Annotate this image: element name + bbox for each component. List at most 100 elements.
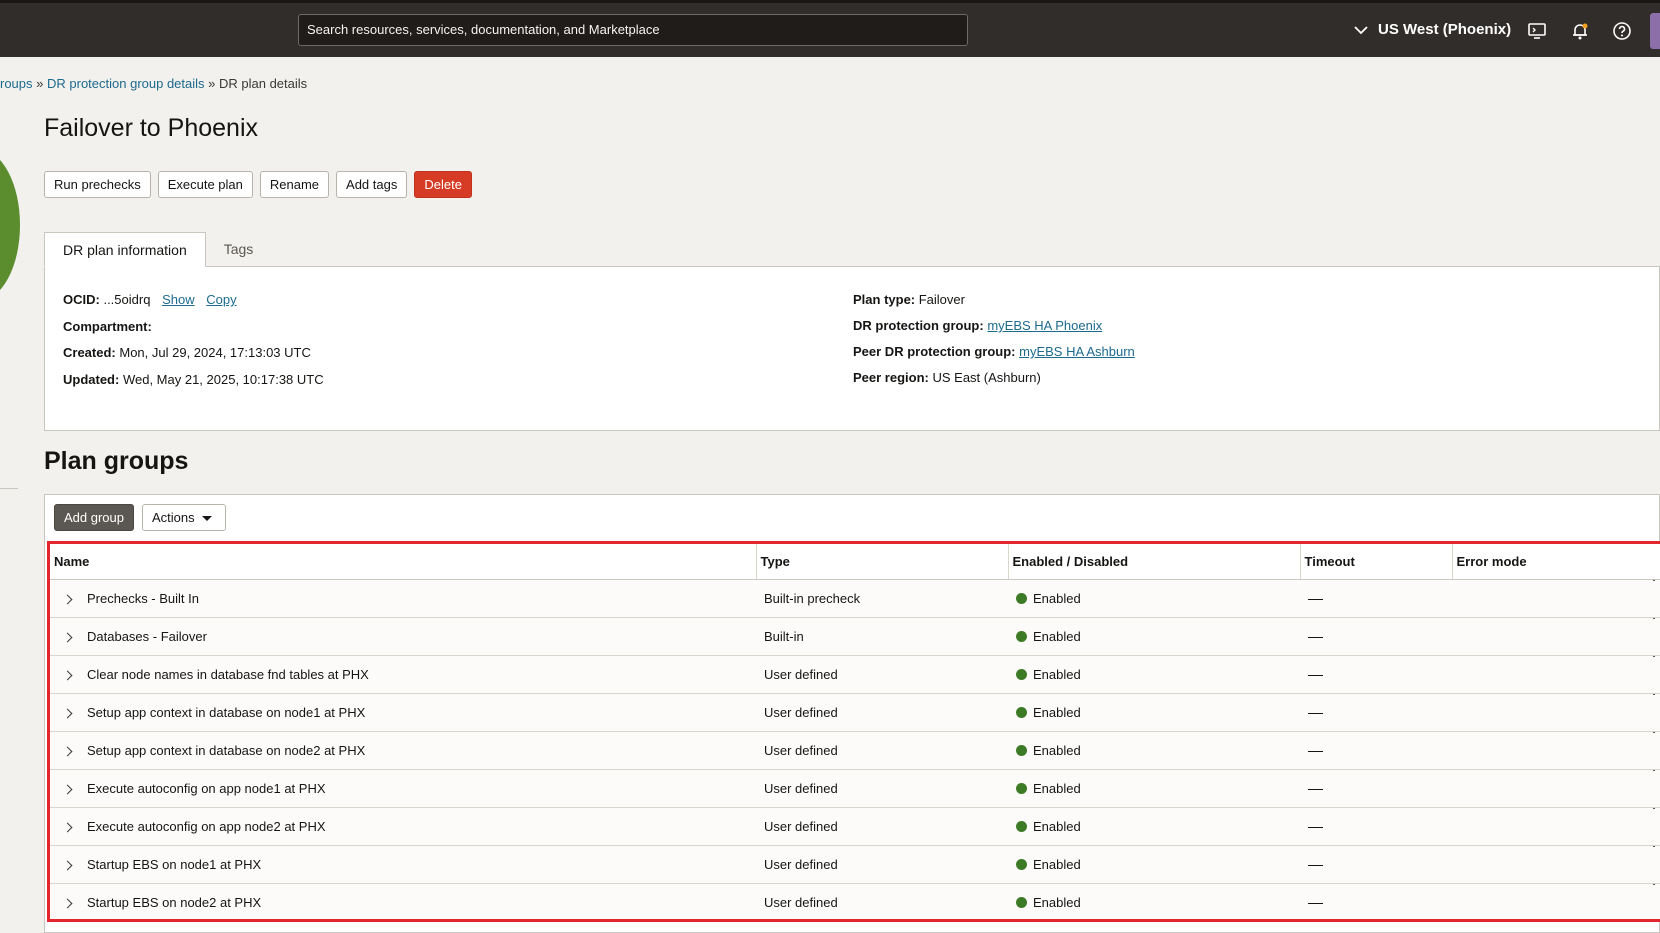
status-cell: Enabled — [1008, 617, 1300, 656]
plan-group-status: Enabled — [1033, 666, 1081, 682]
status-cell: Enabled — [1008, 693, 1300, 732]
empty-dash-icon — [1308, 788, 1323, 790]
created-label: Created: — [63, 345, 116, 360]
enabled-status-dot-icon — [1016, 896, 1027, 908]
peer-dr-protection-group-link[interactable]: myEBS HA Ashburn — [1019, 344, 1135, 359]
chevron-right-icon[interactable] — [62, 784, 73, 795]
column-header-timeout[interactable]: Timeout — [1300, 544, 1453, 580]
details-tabs: DR plan information Tags — [44, 232, 1660, 267]
notifications-bell-icon[interactable] — [1570, 21, 1590, 41]
plan-group-type: Built-in — [764, 628, 804, 644]
dr-protection-group-link[interactable]: myEBS HA Phoenix — [987, 318, 1102, 333]
empty-dash-icon — [1308, 636, 1323, 638]
plan-type-field: Plan type: Failover — [853, 292, 965, 307]
peer-region-field: Peer region: US East (Ashburn) — [853, 370, 1041, 385]
name-cell: Execute autoconfig on app node1 at PHX — [50, 769, 756, 808]
rename-button[interactable]: Rename — [259, 171, 330, 198]
name-cell: Startup EBS on node1 at PHX — [50, 845, 756, 884]
dr-plan-information-panel: OCID: ...5oidrq Show Copy Compartment: C… — [44, 267, 1660, 431]
status-cell: Enabled — [1008, 579, 1300, 618]
type-cell: User defined — [756, 693, 1008, 732]
plan-group-type: User defined — [764, 856, 838, 872]
type-cell: User defined — [756, 883, 1008, 919]
plan-group-name: Setup app context in database on node2 a… — [87, 742, 366, 758]
actions-dropdown[interactable]: Actions — [142, 504, 226, 531]
delete-button[interactable]: Delete — [414, 171, 472, 198]
cloud-shell-icon[interactable] — [1527, 21, 1547, 41]
plan-type-label: Plan type: — [853, 292, 916, 307]
timeout-cell — [1300, 693, 1452, 732]
plan-group-status: Enabled — [1033, 856, 1081, 872]
chevron-right-icon[interactable] — [62, 746, 73, 757]
peer-region-value: US East (Ashburn) — [928, 370, 1041, 385]
chevron-right-icon[interactable] — [62, 632, 73, 643]
divider — [0, 488, 18, 489]
chevron-right-icon[interactable] — [62, 860, 73, 871]
plan-group-type: User defined — [764, 704, 838, 720]
plan-group-status: Enabled — [1033, 628, 1081, 644]
profile-avatar[interactable] — [1650, 13, 1660, 49]
name-cell: Execute autoconfig on app node2 at PHX — [50, 807, 756, 846]
table-row: Databases - Failover Built-in Enabled ⋮ — [50, 617, 1660, 656]
plan-group-status: Enabled — [1033, 590, 1081, 606]
error-mode-cell: ⋮ — [1452, 807, 1660, 846]
page-title: Failover to Phoenix — [44, 114, 259, 142]
error-mode-cell: ⋮ — [1452, 769, 1660, 808]
timeout-cell — [1300, 731, 1452, 770]
plan-group-type: User defined — [764, 818, 838, 834]
breadcrumb-current: DR plan details — [219, 76, 308, 91]
created-field: Created: Mon, Jul 29, 2024, 17:13:03 UTC — [63, 345, 311, 360]
search-input[interactable]: Search resources, services, documentatio… — [298, 14, 968, 46]
column-header-enabled[interactable]: Enabled / Disabled — [1008, 544, 1301, 580]
show-ocid-link[interactable]: Show — [162, 292, 195, 307]
copy-ocid-link[interactable]: Copy — [206, 292, 236, 307]
plan-group-type: User defined — [764, 666, 838, 682]
chevron-right-icon[interactable] — [62, 594, 73, 605]
column-header-name[interactable]: Name — [50, 544, 757, 580]
name-cell: Prechecks - Built In — [50, 579, 756, 618]
help-icon[interactable] — [1612, 21, 1632, 41]
enabled-status-dot-icon — [1016, 706, 1027, 718]
run-prechecks-button[interactable]: Run prechecks — [44, 171, 151, 198]
name-cell: Startup EBS on node2 at PHX — [50, 883, 756, 919]
tab-dr-plan-information[interactable]: DR plan information — [44, 232, 206, 267]
error-mode-cell: ⋮ — [1452, 693, 1660, 732]
chevron-right-icon[interactable] — [62, 670, 73, 681]
plan-group-name: Setup app context in database on node1 a… — [87, 704, 366, 720]
breadcrumb-separator: » — [32, 76, 47, 91]
type-cell: User defined — [756, 655, 1008, 694]
add-group-button[interactable]: Add group — [54, 504, 134, 531]
name-cell: Setup app context in database on node2 a… — [50, 731, 756, 770]
status-cell: Enabled — [1008, 807, 1300, 846]
timeout-cell — [1300, 655, 1452, 694]
add-tags-button[interactable]: Add tags — [336, 171, 408, 198]
breadcrumb-separator: » — [204, 76, 219, 91]
chevron-right-icon[interactable] — [62, 822, 73, 833]
column-header-type[interactable]: Type — [756, 544, 1009, 580]
chevron-right-icon[interactable] — [62, 708, 73, 719]
status-icon — [0, 150, 20, 300]
table-row: Execute autoconfig on app node2 at PHX Us… — [50, 807, 1660, 846]
plan-group-type: User defined — [764, 742, 838, 758]
breadcrumb-protection-groups[interactable]: roups — [0, 76, 33, 91]
ocid-field: OCID: ...5oidrq Show Copy — [63, 292, 237, 307]
type-cell: User defined — [756, 807, 1008, 846]
tab-tags[interactable]: Tags — [206, 232, 272, 266]
actions-dropdown-label: Actions — [152, 510, 195, 525]
status-cell: Enabled — [1008, 731, 1300, 770]
breadcrumb: roups » DR protection group details » DR… — [0, 76, 307, 91]
region-selector[interactable]: US West (Phoenix) — [1354, 21, 1511, 38]
enabled-status-dot-icon — [1016, 782, 1027, 794]
created-value: Mon, Jul 29, 2024, 17:13:03 UTC — [115, 345, 311, 360]
peer-region-label: Peer region: — [853, 370, 929, 385]
breadcrumb-dr-protection-group-details[interactable]: DR protection group details — [47, 76, 205, 91]
column-header-error-mode[interactable]: Error mode — [1452, 544, 1660, 580]
execute-plan-button[interactable]: Execute plan — [157, 171, 253, 198]
table-row: Clear node names in database fnd tables … — [50, 655, 1660, 694]
enabled-status-dot-icon — [1016, 668, 1027, 680]
empty-dash-icon — [1308, 864, 1323, 866]
plan-type-value: Failover — [915, 292, 965, 307]
type-cell: User defined — [756, 731, 1008, 770]
chevron-right-icon[interactable] — [62, 898, 73, 909]
enabled-status-dot-icon — [1016, 630, 1027, 642]
